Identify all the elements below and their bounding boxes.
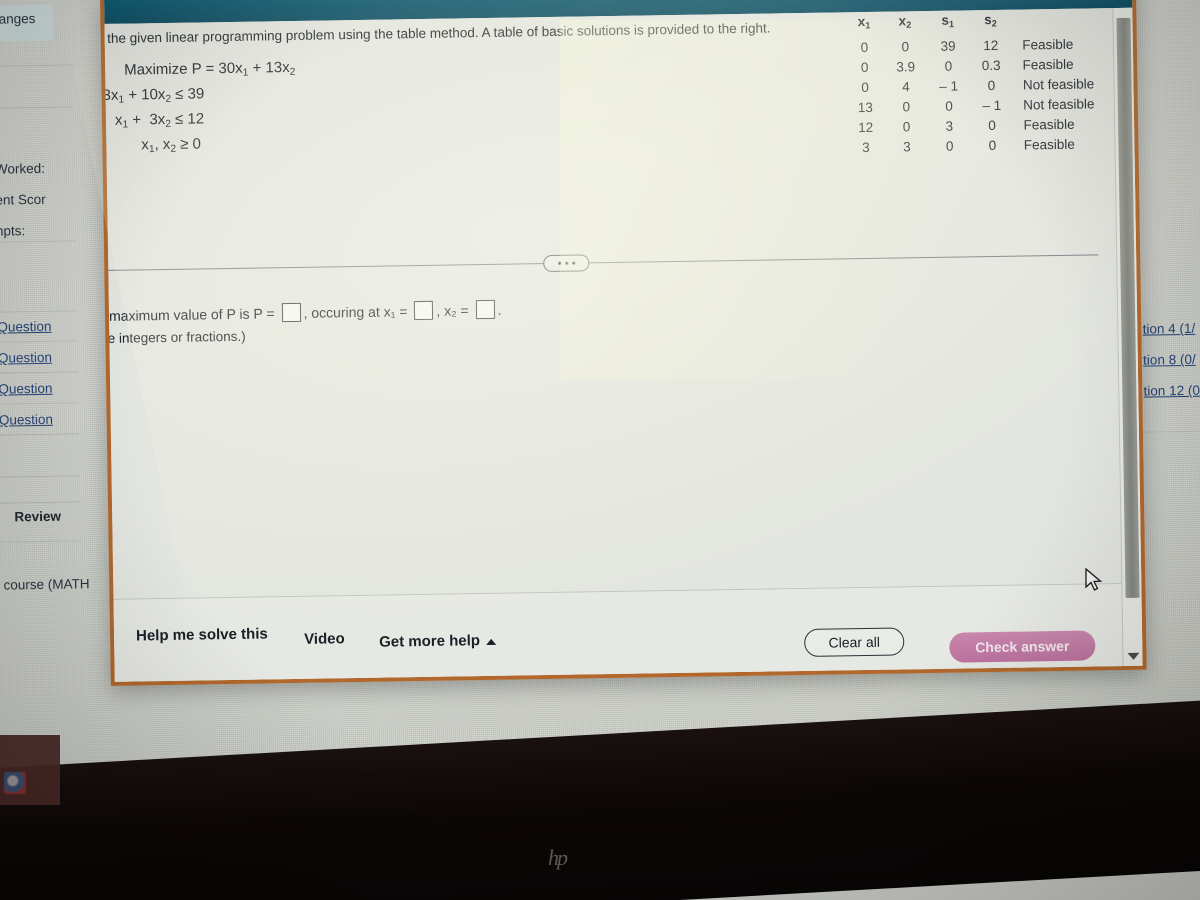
column-header-s2: s2: [984, 11, 997, 29]
cell-x2: 0: [902, 119, 911, 135]
cell-x2: 4: [902, 79, 910, 95]
answer-format-hint: (Type integers or fractions.): [100, 328, 246, 347]
background-divider: [0, 310, 78, 313]
table-row: 3 3 0 0 Feasible: [846, 134, 1107, 158]
ellipsis-dot: [571, 261, 575, 265]
hp-logo: hp: [548, 845, 568, 870]
background-question-link-1[interactable]: Question: [0, 319, 52, 335]
photograph-of-screen: anges Worked: ent Scor npts: Question Qu…: [0, 0, 1200, 900]
constraint-nonnegativity: x1, x2 ≥ 0: [141, 134, 202, 155]
cell-x2: 0: [902, 99, 911, 115]
background-worked-label: Worked:: [0, 160, 46, 177]
background-divider: [0, 340, 78, 343]
expand-ellipsis-button[interactable]: [543, 254, 590, 273]
video-link[interactable]: Video: [304, 630, 345, 648]
background-divider: [0, 240, 77, 243]
ellipsis-dot: [564, 261, 568, 265]
background-attempts-label: npts:: [0, 223, 26, 239]
cell-s1: 0: [944, 58, 953, 74]
cell-s2: 0: [987, 78, 996, 94]
cell-feasibility: Not feasible: [1023, 96, 1095, 113]
basic-solutions-table: x1 x2 s1 s2 0 0 39 12 Feasible 0 3.9 0 0…: [844, 8, 1107, 158]
background-right-link-1[interactable]: tion 4 (1/: [1143, 321, 1196, 337]
modal-content: Solve the given linear programming probl…: [100, 8, 1127, 686]
background-divider: [0, 402, 79, 405]
cell-x1: 13: [857, 99, 873, 116]
background-question-link-2[interactable]: Question: [0, 350, 52, 366]
taskbar-tray-icon: [4, 772, 26, 794]
section-divider: [100, 254, 1099, 272]
cell-s1: 0: [945, 138, 954, 154]
help-me-solve-this-link[interactable]: Help me solve this: [136, 625, 268, 644]
answer-input-x2[interactable]: [475, 299, 495, 320]
background-right-link-2[interactable]: tion 8 (0/: [1143, 352, 1196, 368]
cell-s2: 12: [983, 37, 999, 54]
background-score-label: ent Scor: [0, 191, 46, 208]
clear-all-button[interactable]: Clear all: [804, 627, 905, 658]
modal-body: Solve the given linear programming probl…: [100, 7, 1143, 686]
cell-s1: 39: [940, 38, 956, 54]
background-divider: [0, 106, 75, 109]
column-header-x2: x2: [898, 13, 912, 30]
cell-s2: 0.3: [981, 57, 1001, 74]
ellipsis-dot: [557, 261, 561, 265]
answer-sentence: The maximum value of P is P = , occuring…: [100, 299, 502, 326]
cell-x2: 0: [901, 39, 910, 55]
background-divider: [0, 64, 74, 67]
answer-input-x1[interactable]: [414, 300, 434, 321]
background-wall-left: [0, 735, 60, 805]
cell-feasibility: Not feasible: [1022, 76, 1095, 93]
answer-input-p[interactable]: [281, 302, 301, 323]
cell-feasibility: Feasible: [1022, 56, 1074, 73]
modal-footer: Help me solve this Video Get more help C…: [113, 583, 1127, 686]
question-modal: Solve the given linear programming probl…: [100, 0, 1147, 686]
cell-s1: 0: [945, 98, 953, 114]
answer-end-text: .: [497, 301, 502, 318]
check-answer-button[interactable]: Check answer: [949, 630, 1096, 663]
problem-prompt: Solve the given linear programming probl…: [100, 20, 771, 47]
cell-s2: – 1: [982, 97, 1002, 114]
cell-s1: 3: [945, 118, 954, 134]
cell-x1: 0: [860, 40, 869, 56]
constraint-1: 3x1 + 10x2 ≤ 39: [102, 85, 205, 106]
cell-feasibility: Feasible: [1023, 136, 1075, 153]
cell-x1: 0: [860, 60, 869, 76]
background-divider: [0, 475, 80, 478]
chevron-up-icon: [486, 638, 497, 646]
answer-join-text: , x₂ =: [436, 302, 469, 319]
problem-statement: Maximize P = 30x1 + 13x2 3x1 + 10x2 ≤ 39…: [102, 59, 297, 161]
cell-x2: 3.9: [896, 59, 916, 75]
scroll-down-arrow-icon[interactable]: [1127, 652, 1140, 660]
background-divider: [0, 540, 81, 543]
scrollbar-thumb[interactable]: [1116, 17, 1140, 598]
background-divider: [0, 501, 81, 504]
cell-x1: 0: [861, 79, 869, 96]
objective-function: Maximize P = 30x1 + 13x2: [124, 59, 296, 79]
background-question-link-3[interactable]: Question: [0, 381, 53, 397]
cell-feasibility: Feasible: [1023, 116, 1075, 133]
column-header-feasibility: [1012, 8, 1106, 35]
answer-lead-text: The maximum value of P is P =: [100, 305, 275, 325]
column-header-s1: s1: [941, 12, 955, 30]
background-question-link-4[interactable]: Question: [0, 412, 53, 428]
cell-x1: 3: [862, 139, 870, 156]
background-right-link-3[interactable]: tion 12 (0/: [1143, 383, 1200, 399]
get-more-help-label: Get more help: [379, 632, 481, 651]
cell-x2: 3: [903, 139, 911, 155]
background-divider: [0, 433, 80, 436]
cell-x1: 12: [858, 119, 874, 136]
cell-s2: 0: [988, 118, 996, 134]
column-header-x1: x1: [857, 13, 871, 31]
mouse-cursor: [1085, 568, 1103, 591]
constraint-2: x1 + 3x2 ≤ 12: [114, 110, 205, 131]
get-more-help-button[interactable]: Get more help: [379, 632, 497, 651]
cell-s1: – 1: [939, 78, 959, 94]
background-course-label: course (MATH: [3, 576, 90, 593]
background-review-link[interactable]: Review: [14, 509, 61, 525]
background-divider: [0, 371, 79, 374]
answer-mid-text: , occuring at x₁ =: [303, 303, 408, 321]
cell-feasibility: Feasible: [1022, 36, 1074, 53]
background-tab-changes[interactable]: anges: [0, 11, 36, 27]
cell-s2: 0: [988, 138, 997, 154]
